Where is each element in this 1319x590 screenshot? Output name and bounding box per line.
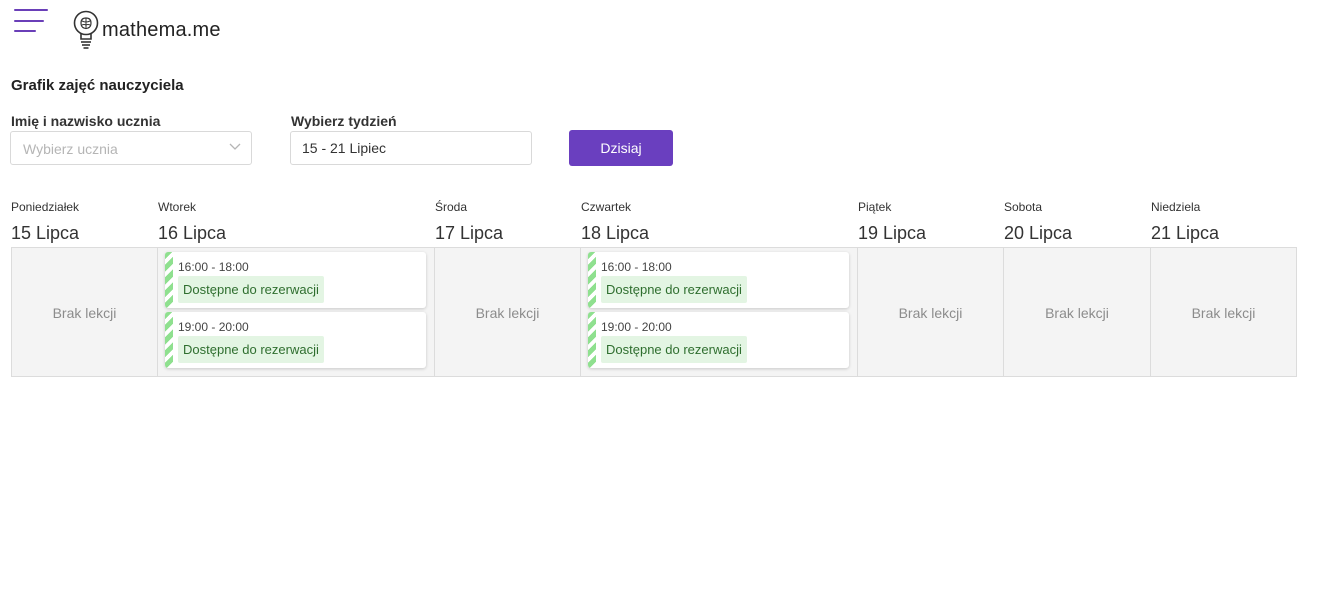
- availability-stripe: [165, 252, 173, 308]
- slot-time: 16:00 - 18:00: [601, 260, 672, 274]
- slot-status-badge: Dostępne do rezerwacji: [178, 276, 324, 303]
- menu-icon[interactable]: [14, 9, 48, 33]
- day-date: 20 Lipca: [1004, 223, 1073, 243]
- slot-time: 19:00 - 20:00: [601, 320, 672, 334]
- day-name: Czwartek: [581, 200, 632, 214]
- day-header-tuesday: Wtorek 16 Lipca: [158, 200, 226, 244]
- availability-stripe: [588, 312, 596, 368]
- no-lessons-text: Brak lekcji: [1045, 305, 1109, 321]
- day-name: Niedziela: [1151, 200, 1201, 214]
- day-cell-wednesday: Brak lekcji: [434, 247, 581, 377]
- day-cell-tuesday: 16:00 - 18:00 Dostępne do rezerwacji 19:…: [157, 247, 435, 377]
- slot-status-badge: Dostępne do rezerwacji: [178, 336, 324, 363]
- day-header-wednesday: Środa 17 Lipca: [435, 200, 503, 244]
- logo-text: mathema.me: [102, 18, 221, 41]
- slot-status-badge: Dostępne do rezerwacji: [601, 276, 747, 303]
- day-cell-thursday: 16:00 - 18:00 Dostępne do rezerwacji 19:…: [580, 247, 858, 377]
- week-input[interactable]: [290, 131, 532, 165]
- day-date: 15 Lipca: [11, 223, 80, 243]
- day-cell-monday: Brak lekcji: [11, 247, 158, 377]
- day-header-sunday: Niedziela 21 Lipca: [1151, 200, 1219, 244]
- availability-stripe: [588, 252, 596, 308]
- day-name: Sobota: [1004, 200, 1043, 214]
- page-title: Grafik zajęć nauczyciela: [11, 77, 184, 94]
- lightbulb-brain-icon: [73, 10, 99, 49]
- today-button[interactable]: Dzisiaj: [569, 130, 673, 166]
- day-name: Środa: [435, 200, 468, 214]
- day-name: Wtorek: [158, 200, 197, 214]
- slot-time: 16:00 - 18:00: [178, 260, 249, 274]
- no-lessons-text: Brak lekcji: [898, 305, 963, 321]
- lesson-slot[interactable]: 16:00 - 18:00 Dostępne do rezerwacji: [588, 252, 849, 308]
- no-lessons-text: Brak lekcji: [52, 305, 117, 321]
- day-cell-saturday: Brak lekcji: [1003, 247, 1151, 377]
- week-label: Wybierz tydzień: [291, 113, 397, 129]
- day-date: 16 Lipca: [158, 223, 227, 243]
- lesson-slot[interactable]: 16:00 - 18:00 Dostępne do rezerwacji: [165, 252, 426, 308]
- day-header-monday: Poniedziałek 15 Lipca: [11, 200, 79, 244]
- day-name: Poniedziałek: [11, 200, 80, 214]
- no-lessons-text: Brak lekcji: [475, 305, 540, 321]
- no-lessons-text: Brak lekcji: [1191, 305, 1256, 321]
- day-date: 21 Lipca: [1151, 223, 1220, 243]
- day-cell-friday: Brak lekcji: [857, 247, 1004, 377]
- chevron-down-icon: [229, 143, 241, 150]
- day-name: Piątek: [858, 200, 892, 214]
- logo[interactable]: mathema.me: [72, 9, 221, 51]
- availability-stripe: [165, 312, 173, 368]
- day-date: 17 Lipca: [435, 223, 504, 243]
- slot-time: 19:00 - 20:00: [178, 320, 249, 334]
- student-label: Imię i nazwisko ucznia: [11, 113, 161, 129]
- day-date: 18 Lipca: [581, 223, 650, 243]
- slot-status-badge: Dostępne do rezerwacji: [601, 336, 747, 363]
- student-select-placeholder: Wybierz ucznia: [23, 141, 118, 157]
- day-header-friday: Piątek 19 Lipca: [858, 200, 926, 244]
- day-header-saturday: Sobota 20 Lipca: [1004, 200, 1072, 244]
- day-date: 19 Lipca: [858, 223, 927, 243]
- student-select[interactable]: Wybierz ucznia: [10, 131, 252, 165]
- day-header-thursday: Czwartek 18 Lipca: [581, 200, 649, 244]
- day-cell-sunday: Brak lekcji: [1150, 247, 1297, 377]
- lesson-slot[interactable]: 19:00 - 20:00 Dostępne do rezerwacji: [588, 312, 849, 368]
- lesson-slot[interactable]: 19:00 - 20:00 Dostępne do rezerwacji: [165, 312, 426, 368]
